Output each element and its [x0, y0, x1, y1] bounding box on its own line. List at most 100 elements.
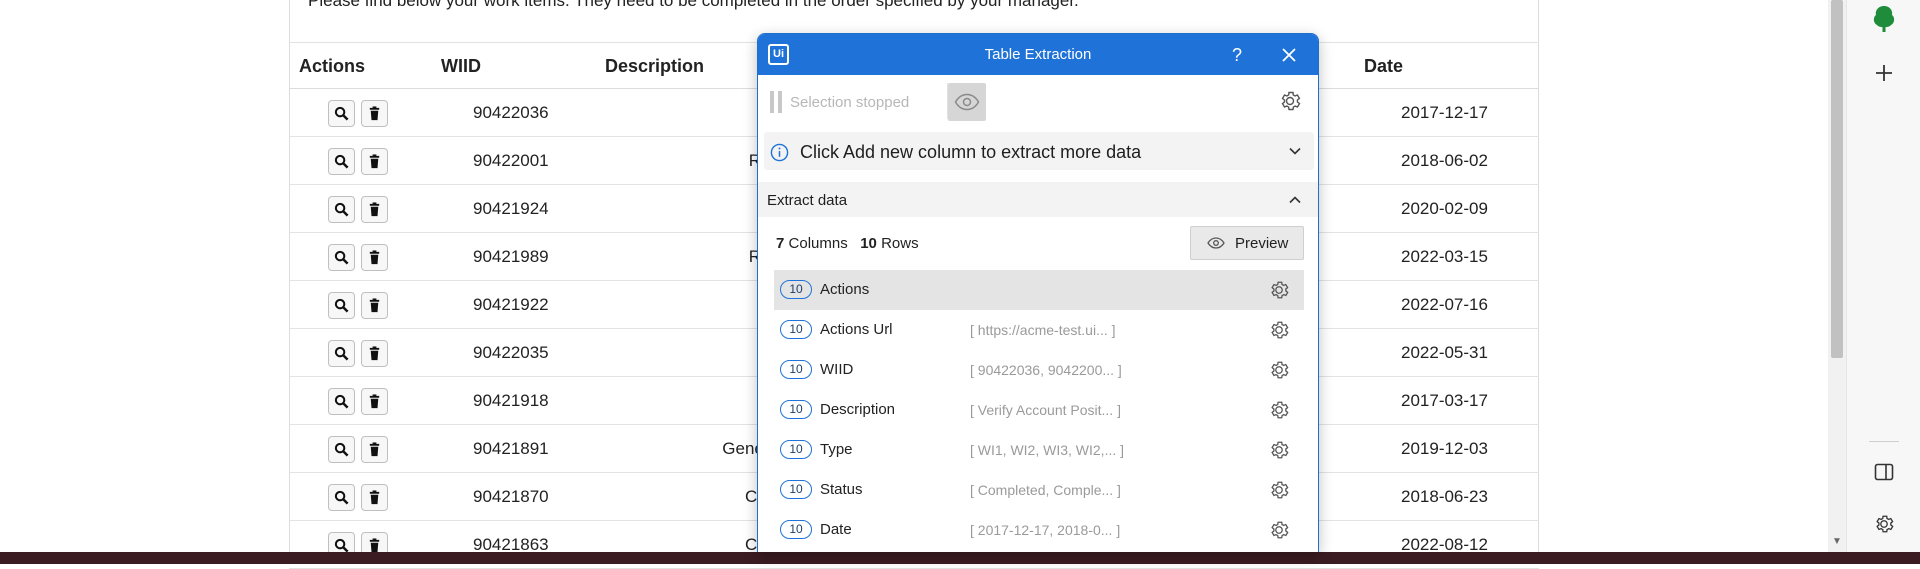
- column-value-count: 10: [780, 280, 812, 299]
- cell-date: 2017-03-17: [1401, 391, 1488, 410]
- delete-button[interactable]: [361, 340, 388, 367]
- view-button[interactable]: [328, 148, 355, 175]
- info-banner[interactable]: Click Add new column to extract more dat…: [764, 132, 1314, 170]
- cell-date: 2017-12-17: [1401, 103, 1488, 122]
- search-icon: [334, 298, 349, 313]
- row-actions: [328, 100, 388, 127]
- gear-icon[interactable]: [1268, 399, 1290, 421]
- settings-button[interactable]: [1865, 505, 1903, 543]
- column-row[interactable]: 10 WIID [ 90422036, 9042200... ]: [774, 350, 1304, 390]
- column-name: Status: [820, 481, 863, 498]
- table-extraction-dialog: Ui Table Extraction ? Selection stopped: [757, 33, 1319, 552]
- gear-icon[interactable]: [1268, 279, 1290, 301]
- divider: [1869, 441, 1899, 442]
- view-button[interactable]: [328, 100, 355, 127]
- scrollbar-thumb[interactable]: [1831, 0, 1843, 358]
- page-background: [0, 0, 289, 552]
- gear-icon[interactable]: [1278, 89, 1302, 113]
- search-icon: [334, 394, 349, 409]
- extract-data-section-header[interactable]: Extract data: [758, 182, 1318, 217]
- dialog-titlebar[interactable]: Ui Table Extraction ?: [758, 34, 1318, 75]
- pause-icon[interactable]: [770, 91, 782, 113]
- view-button[interactable]: [328, 244, 355, 271]
- gear-icon[interactable]: [1268, 359, 1290, 381]
- column-preview: [ 90422036, 9042200... ]: [970, 362, 1122, 378]
- cell-wiid: 90421870: [473, 487, 549, 506]
- search-icon: [334, 250, 349, 265]
- close-button[interactable]: [1276, 42, 1302, 68]
- header-actions: Actions: [299, 56, 366, 76]
- delete-button[interactable]: [361, 196, 388, 223]
- chevron-up-icon[interactable]: [1288, 193, 1302, 207]
- delete-button[interactable]: [361, 436, 388, 463]
- row-actions: [328, 388, 388, 415]
- row-actions: [328, 340, 388, 367]
- cell-date: 2022-07-16: [1401, 295, 1488, 314]
- cell-wiid: 90421922: [473, 295, 549, 314]
- gear-icon[interactable]: [1268, 319, 1290, 341]
- column-value-count: 10: [780, 440, 812, 459]
- column-row[interactable]: 10 Description [ Verify Account Posit... ]: [774, 390, 1304, 430]
- rows-count: 10: [860, 235, 877, 252]
- gear-icon[interactable]: [1268, 479, 1290, 501]
- row-actions: [328, 148, 388, 175]
- delete-button[interactable]: [361, 148, 388, 175]
- row-actions: [328, 244, 388, 271]
- info-icon: [770, 143, 789, 162]
- preview-label: Preview: [1235, 234, 1289, 252]
- columns-count: 7: [776, 235, 785, 252]
- add-button[interactable]: [1865, 54, 1903, 92]
- trash-icon: [369, 490, 380, 505]
- row-actions: [328, 484, 388, 511]
- delete-button[interactable]: [361, 388, 388, 415]
- cell-wiid: 90421918: [473, 391, 549, 410]
- tree-app-button[interactable]: [1865, 0, 1903, 38]
- view-button[interactable]: [328, 388, 355, 415]
- view-button[interactable]: [328, 436, 355, 463]
- column-name: Actions: [820, 281, 870, 298]
- cell-date: 2022-03-15: [1401, 247, 1488, 266]
- delete-button[interactable]: [361, 484, 388, 511]
- trash-icon: [369, 154, 380, 169]
- delete-button[interactable]: [361, 100, 388, 127]
- delete-button[interactable]: [361, 292, 388, 319]
- column-row[interactable]: 10 Actions Url [ https://acme-test.ui... ]: [774, 310, 1304, 350]
- trash-icon: [369, 346, 380, 361]
- cell-wiid: 90422036: [473, 103, 549, 122]
- preview-button[interactable]: Preview: [1190, 226, 1304, 260]
- view-button[interactable]: [328, 196, 355, 223]
- help-button[interactable]: ?: [1224, 42, 1250, 68]
- rows-label: Rows: [881, 235, 919, 252]
- view-button[interactable]: [328, 340, 355, 367]
- column-value-count: 10: [780, 400, 812, 419]
- view-button[interactable]: [328, 484, 355, 511]
- header-wiid[interactable]: WIID: [441, 56, 481, 77]
- extraction-counts: 7 Columns 10 Rows: [776, 235, 919, 252]
- split-screen-button[interactable]: [1865, 453, 1903, 491]
- trash-icon: [369, 298, 380, 313]
- cell-wiid: 90421924: [473, 199, 549, 218]
- column-row[interactable]: 10 Actions: [774, 270, 1304, 310]
- selection-status: Selection stopped: [790, 94, 910, 111]
- search-icon: [334, 490, 349, 505]
- chevron-down-icon[interactable]: [1288, 144, 1302, 158]
- column-name: Actions Url: [820, 321, 893, 338]
- gear-icon[interactable]: [1268, 439, 1290, 461]
- highlight-toggle-button[interactable]: [948, 83, 986, 121]
- extracted-columns-list: 10 Actions 10 Actions Url [ https://acme-tes…: [774, 270, 1304, 550]
- eye-icon: [954, 93, 980, 111]
- view-button[interactable]: [328, 292, 355, 319]
- eye-icon: [1207, 237, 1225, 249]
- cell-wiid: 90422001: [473, 151, 549, 170]
- header-description[interactable]: Description: [605, 56, 704, 77]
- scroll-down-icon[interactable]: ▼: [1831, 536, 1843, 548]
- column-row[interactable]: 10 Status [ Completed, Comple... ]: [774, 470, 1304, 510]
- search-icon: [334, 106, 349, 121]
- gear-icon[interactable]: [1268, 519, 1290, 541]
- browser-side-pane: [1846, 0, 1920, 552]
- column-row[interactable]: 10 Date [ 2017-12-17, 2018-0... ]: [774, 510, 1304, 550]
- column-name: Date: [820, 521, 852, 538]
- column-row[interactable]: 10 Type [ WI1, WI2, WI3, WI2,... ]: [774, 430, 1304, 470]
- header-date[interactable]: Date: [1364, 56, 1403, 77]
- delete-button[interactable]: [361, 244, 388, 271]
